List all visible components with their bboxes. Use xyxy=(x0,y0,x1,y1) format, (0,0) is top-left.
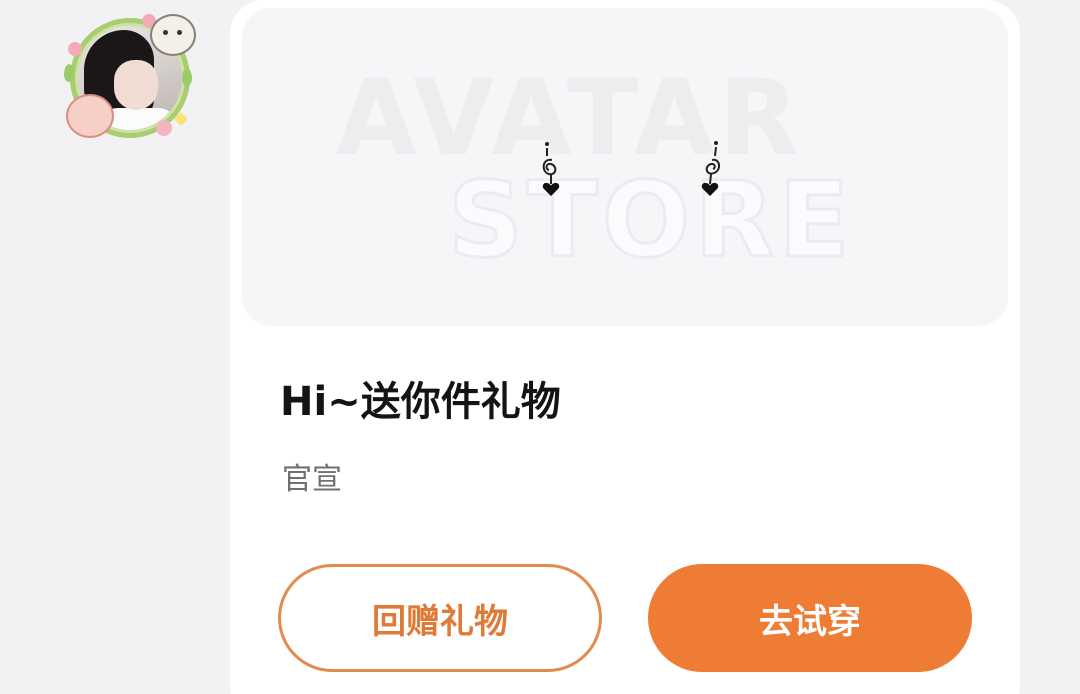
leaf-decoration-icon xyxy=(64,64,74,82)
try-on-label: 去试穿 xyxy=(759,601,861,642)
gift-message-card: AVATAR STORE Hi~送你件礼物 官宣 回赠礼物 去试穿 xyxy=(230,0,1020,694)
gift-item-preview[interactable]: AVATAR STORE xyxy=(242,8,1008,326)
leaf-decoration-icon xyxy=(182,68,192,86)
sender-avatar[interactable] xyxy=(64,12,196,144)
flower-decoration-icon xyxy=(156,120,172,136)
bunny-decoration-icon xyxy=(66,94,114,138)
watermark-avatar-text: AVATAR xyxy=(336,57,803,179)
earring-left-icon xyxy=(542,142,560,196)
flower-decoration-icon xyxy=(68,42,82,56)
try-on-button[interactable]: 去试穿 xyxy=(648,564,972,672)
page: AVATAR STORE Hi~送你件礼物 官宣 回赠礼物 去试穿 xyxy=(0,0,1080,694)
earring-right-icon xyxy=(701,141,720,196)
gift-subtitle: 官宣 xyxy=(282,462,342,497)
return-gift-button[interactable]: 回赠礼物 xyxy=(278,564,602,672)
return-gift-label: 回赠礼物 xyxy=(372,601,508,642)
gift-title: Hi~送你件礼物 xyxy=(280,379,561,425)
watermark-store-text: STORE xyxy=(446,159,854,281)
cat-decoration-icon xyxy=(150,14,196,56)
